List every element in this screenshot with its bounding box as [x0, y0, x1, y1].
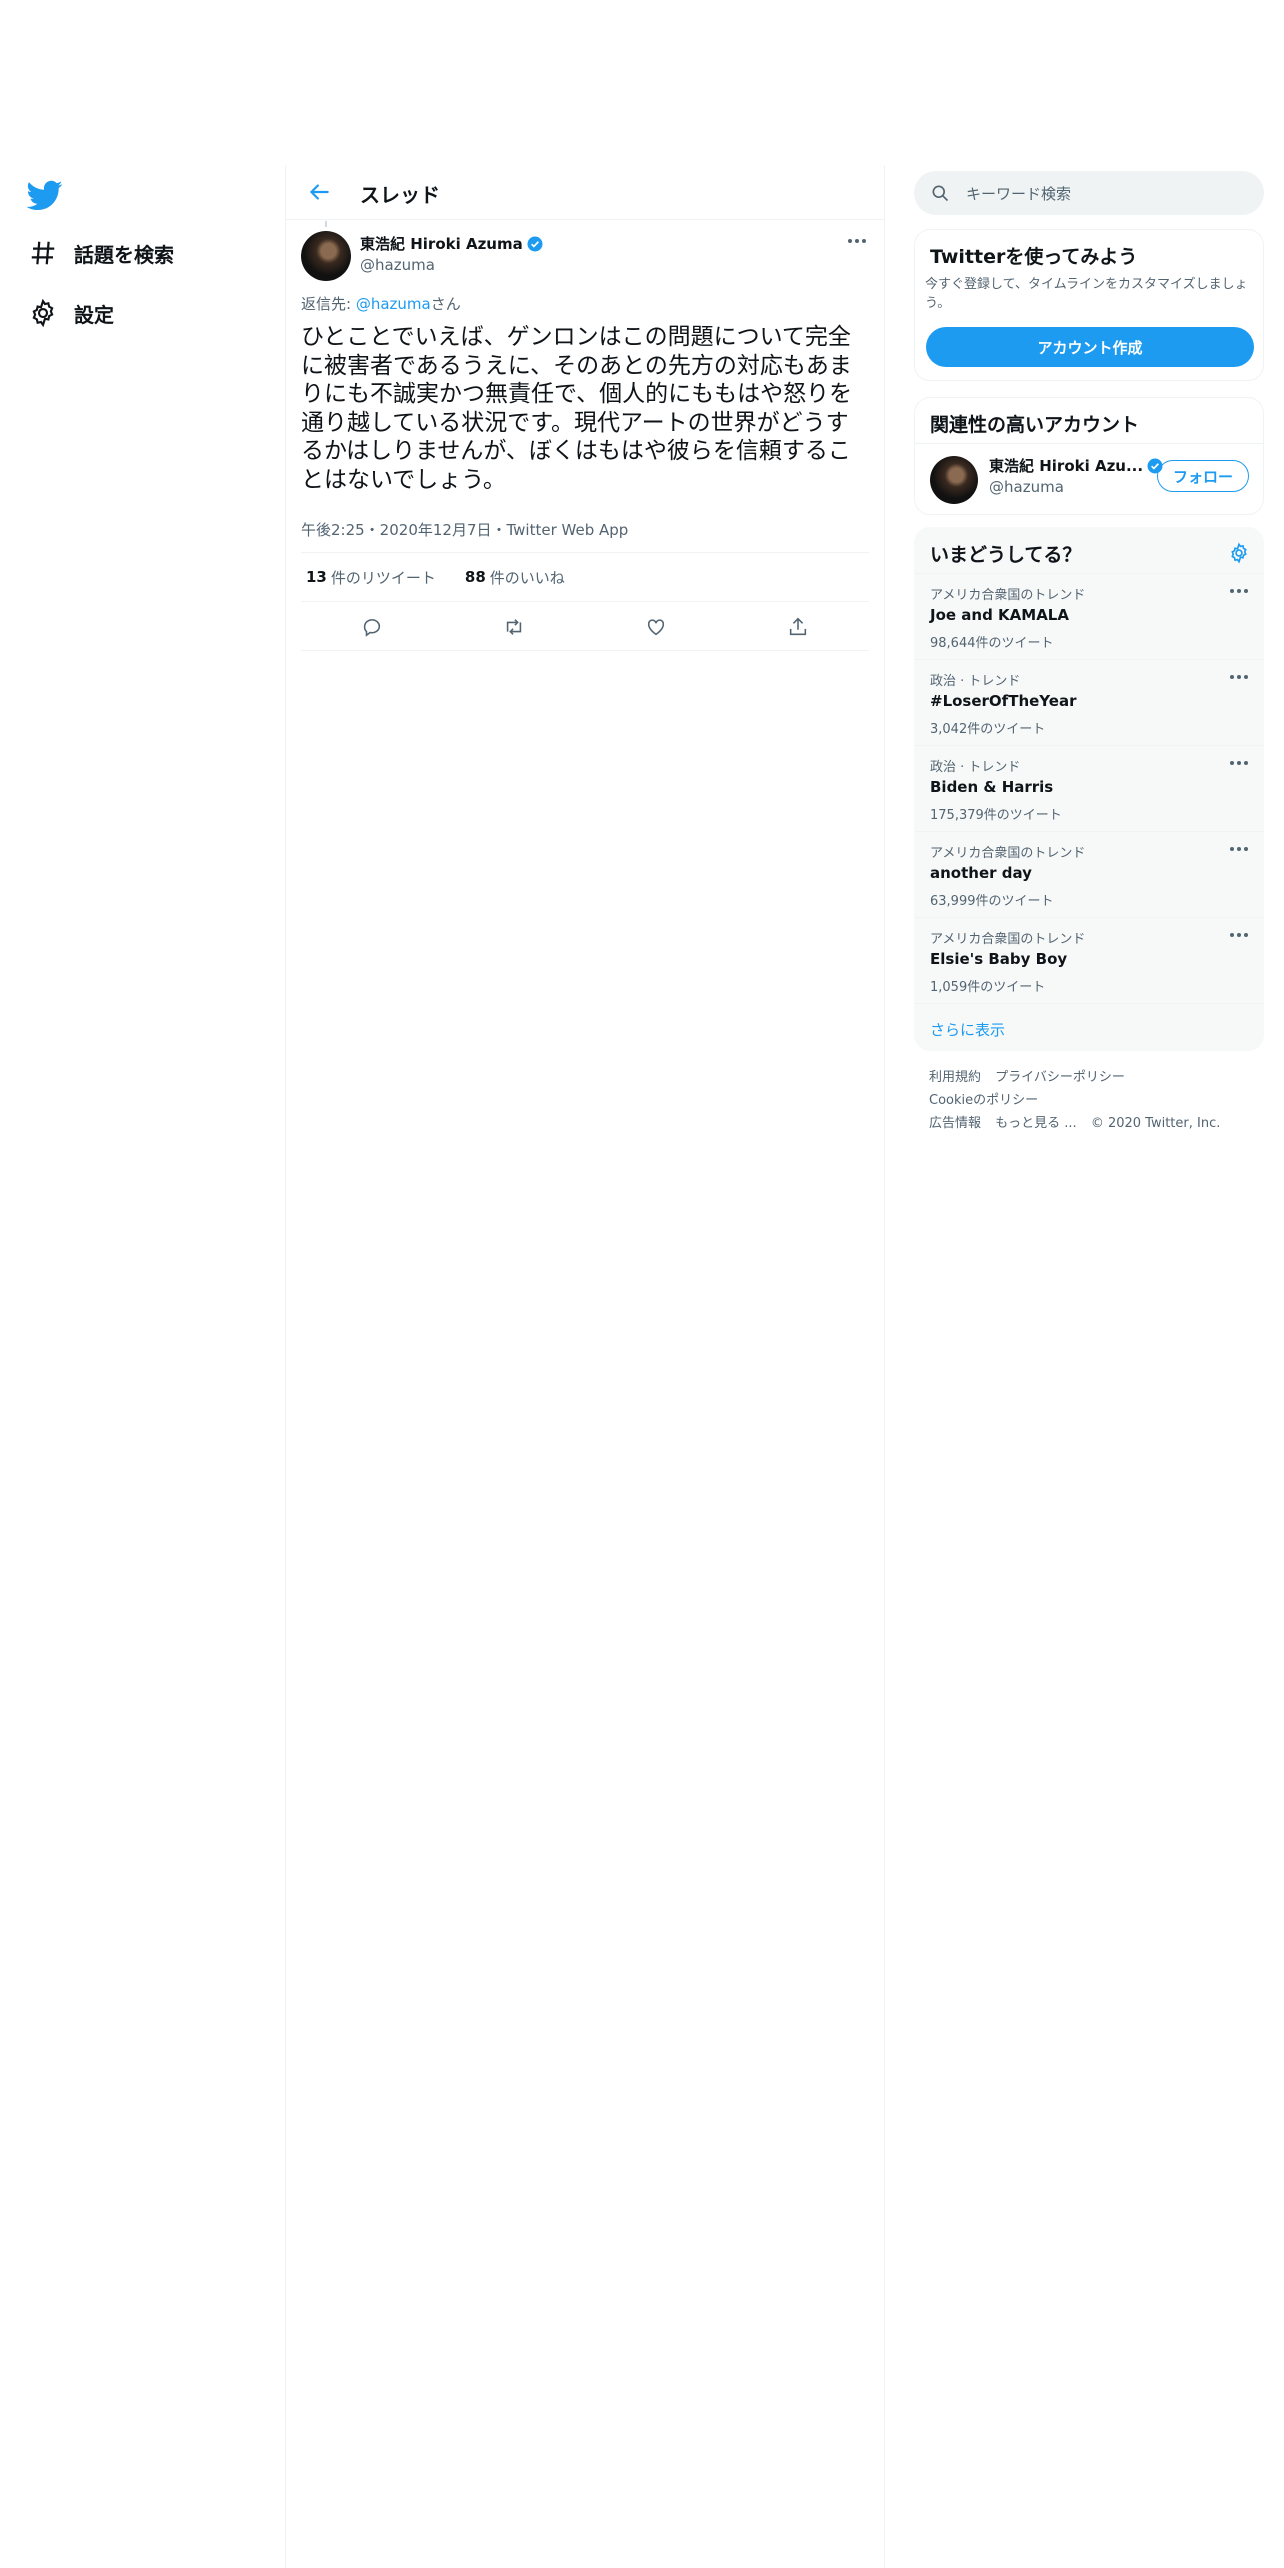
- divider: [915, 443, 1263, 444]
- nav-explore-label: 話題を検索: [74, 242, 174, 267]
- signup-title: Twitterを使ってみよう: [930, 246, 1138, 268]
- footer-link-more[interactable]: もっと見る ...: [995, 1116, 1077, 1131]
- trend-item[interactable]: 政治 · トレンド #LoserOfTheYear 3,042件のツイート: [915, 659, 1263, 745]
- trend-name: Joe and KAMALA: [930, 606, 1069, 624]
- create-account-button[interactable]: アカウント作成: [926, 327, 1254, 367]
- share-icon[interactable]: [787, 616, 809, 638]
- retweet-label[interactable]: 件のリツイート: [331, 567, 436, 588]
- back-arrow-icon[interactable]: [306, 179, 332, 205]
- more-options-icon[interactable]: [1229, 758, 1249, 768]
- reply-handle-link[interactable]: @hazuma: [356, 295, 431, 313]
- more-options-icon[interactable]: [1229, 672, 1249, 682]
- more-options-icon[interactable]: [846, 235, 868, 247]
- trends-settings-gear-icon[interactable]: [1228, 542, 1250, 564]
- related-accounts-panel: 関連性の高いアカウント 東浩紀 Hiroki Azu... @hazuma フォ…: [914, 397, 1264, 515]
- avatar[interactable]: [930, 456, 978, 504]
- trend-name: Biden & Harris: [930, 778, 1054, 796]
- reply-suffix: さん: [430, 295, 461, 313]
- tweet-text: ひとことでいえば、ゲンロンはこの問題について完全に被害者であるうえに、そのあとの…: [301, 324, 853, 493]
- footer-link-privacy[interactable]: プライバシーポリシー: [995, 1070, 1125, 1085]
- signup-panel: Twitterを使ってみよう 今すぐ登録して、タイムラインをカスタマイズしましょ…: [914, 229, 1264, 381]
- verified-badge-icon: [526, 235, 544, 253]
- trend-item[interactable]: アメリカ合衆国のトレンド Joe and KAMALA 98,644件のツイート: [915, 573, 1263, 659]
- trend-name: Elsie's Baby Boy: [930, 950, 1068, 968]
- column-divider-right: [884, 165, 885, 2568]
- trends-panel: いまどうしてる？ アメリカ合衆国のトレンド Joe and KAMALA 98,…: [914, 527, 1264, 1051]
- trend-item[interactable]: アメリカ合衆国のトレンド another day 63,999件のツイート: [915, 831, 1263, 917]
- author-name-text: 東浩紀 Hiroki Azuma: [360, 235, 523, 253]
- thread-connector: [325, 221, 327, 227]
- reply-prefix: 返信先:: [301, 295, 356, 313]
- trend-item[interactable]: 政治 · トレンド Biden & Harris 175,379件のツイート: [915, 745, 1263, 831]
- nav-settings-label: 設定: [74, 302, 114, 327]
- related-account-name-text: 東浩紀 Hiroki Azu...: [989, 457, 1144, 475]
- related-account-handle[interactable]: @hazuma: [989, 478, 1064, 496]
- hashtag-icon: [28, 238, 58, 268]
- related-account-name[interactable]: 東浩紀 Hiroki Azu...: [989, 455, 1164, 476]
- column-divider-left: [285, 165, 286, 2568]
- more-options-icon[interactable]: [1229, 586, 1249, 596]
- like-icon[interactable]: [645, 616, 667, 638]
- show-more-link[interactable]: さらに表示: [915, 1003, 1263, 1050]
- twitter-bird-icon[interactable]: [26, 177, 64, 213]
- show-more-label: さらに表示: [930, 1021, 1006, 1039]
- reply-icon[interactable]: [361, 616, 383, 638]
- page-title: スレッド: [360, 183, 440, 207]
- trend-count: 175,379件のツイート: [930, 808, 1062, 823]
- reply-to: 返信先: @hazumaさん: [301, 293, 461, 314]
- trends-title: いまどうしてる？: [930, 544, 1082, 566]
- nav-explore[interactable]: 話題を検索: [28, 231, 174, 275]
- more-options-icon[interactable]: [1229, 930, 1249, 940]
- author-handle[interactable]: @hazuma: [360, 256, 435, 274]
- like-count[interactable]: 88: [465, 568, 486, 586]
- follow-button[interactable]: フォロー: [1157, 460, 1249, 492]
- retweet-icon[interactable]: [503, 616, 525, 638]
- trend-item[interactable]: アメリカ合衆国のトレンド Elsie's Baby Boy 1,059件のツイー…: [915, 917, 1263, 1003]
- trend-context: 政治 · トレンド: [930, 674, 1021, 689]
- more-options-icon[interactable]: [1229, 844, 1249, 854]
- related-title: 関連性の高いアカウント: [930, 414, 1140, 436]
- tweet-stats: 13 件のリツイート 88 件のいいね: [301, 552, 869, 602]
- search-placeholder: キーワード検索: [966, 185, 1072, 203]
- footer-link-cookies[interactable]: Cookieのポリシー: [929, 1093, 1038, 1108]
- trend-count: 1,059件のツイート: [930, 980, 1046, 995]
- tweet-timestamp[interactable]: 午後2:25・2020年12月7日・Twitter Web App: [301, 519, 628, 540]
- footer-link-terms[interactable]: 利用規約: [929, 1070, 981, 1085]
- trend-count: 63,999件のツイート: [930, 894, 1054, 909]
- footer-copyright: © 2020 Twitter, Inc.: [1090, 1116, 1221, 1131]
- gear-icon: [28, 298, 58, 328]
- trend-name: another day: [930, 864, 1032, 882]
- signup-description: 今すぐ登録して、タイムラインをカスタマイズしましょう。: [925, 277, 1248, 311]
- retweet-count[interactable]: 13: [306, 568, 327, 586]
- trend-context: アメリカ合衆国のトレンド: [930, 588, 1086, 603]
- trend-count: 3,042件のツイート: [930, 722, 1046, 737]
- trend-context: アメリカ合衆国のトレンド: [930, 846, 1086, 861]
- trend-context: 政治 · トレンド: [930, 760, 1021, 775]
- thread-header: スレッド: [286, 165, 884, 220]
- footer-links: 利用規約 プライバシーポリシー Cookieのポリシー 広告情報 もっと見る .…: [929, 1066, 1249, 1135]
- tweet-actions: [301, 603, 869, 651]
- nav-settings[interactable]: 設定: [28, 291, 114, 335]
- trend-name: #LoserOfTheYear: [930, 692, 1077, 710]
- trend-count: 98,644件のツイート: [930, 636, 1054, 651]
- search-icon: [930, 183, 950, 203]
- like-label[interactable]: 件のいいね: [490, 567, 565, 588]
- avatar[interactable]: [301, 231, 351, 281]
- trend-context: アメリカ合衆国のトレンド: [930, 932, 1086, 947]
- footer-link-ads[interactable]: 広告情報: [929, 1116, 981, 1131]
- author-name[interactable]: 東浩紀 Hiroki Azuma: [360, 233, 544, 254]
- search-bar[interactable]: キーワード検索: [914, 171, 1264, 215]
